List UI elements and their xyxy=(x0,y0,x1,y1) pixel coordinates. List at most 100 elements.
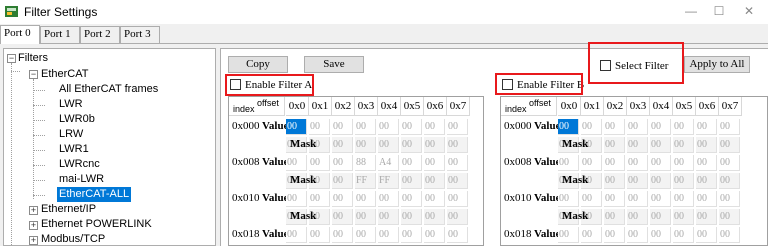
mask-cell[interactable]: 00 xyxy=(424,209,445,225)
expand-ethernet-ip-icon[interactable]: + xyxy=(29,206,38,215)
value-cell[interactable]: 00 xyxy=(581,119,602,135)
mask-cell[interactable]: 00 xyxy=(696,137,717,153)
mask-cell[interactable]: 00 xyxy=(355,209,376,225)
value-cell[interactable]: 00 xyxy=(627,155,648,171)
value-cell[interactable]: 00 xyxy=(309,155,330,171)
value-cell[interactable]: 00 xyxy=(581,227,602,243)
mask-cell[interactable]: 00 xyxy=(401,173,422,189)
value-cell[interactable]: 00 xyxy=(424,227,445,243)
mask-cell[interactable]: 00 xyxy=(378,209,399,225)
tree-node-all-ethercat-frames[interactable]: All EtherCAT frames xyxy=(59,82,158,97)
mask-cell[interactable]: 00 xyxy=(401,209,422,225)
value-cell[interactable]: 00 xyxy=(447,227,468,243)
value-cell[interactable]: 00 xyxy=(673,191,694,207)
value-cell[interactable]: 00 xyxy=(650,191,671,207)
value-cell[interactable]: 00 xyxy=(719,227,740,243)
filter-a-grid[interactable]: index offset 0x0 0x1 0x2 0x3 0x4 0x5 0x6 0x7 0x0… xyxy=(228,96,484,246)
mask-cell[interactable]: 00 xyxy=(719,209,740,225)
value-cell[interactable]: 00 xyxy=(424,119,445,135)
expand-modbus-icon[interactable]: + xyxy=(29,236,38,245)
value-cell[interactable]: 00 xyxy=(558,119,579,135)
collapse-ethercat-icon[interactable]: − xyxy=(29,70,38,79)
mask-cell[interactable]: 00 xyxy=(627,209,648,225)
value-cell[interactable]: 00 xyxy=(286,227,307,243)
value-cell[interactable]: 00 xyxy=(696,119,717,135)
value-cell[interactable]: 00 xyxy=(332,191,353,207)
value-cell[interactable]: 00 xyxy=(378,119,399,135)
apply-to-all-button[interactable]: Apply to All xyxy=(684,56,750,73)
value-cell[interactable]: 00 xyxy=(604,119,625,135)
tree-node-mai-lwr[interactable]: mai-LWR xyxy=(59,172,104,187)
value-cell[interactable]: 00 xyxy=(650,155,671,171)
mask-cell[interactable]: 00 xyxy=(650,137,671,153)
value-cell[interactable]: 00 xyxy=(401,119,422,135)
minimize-button[interactable]: — xyxy=(683,4,699,18)
tab-port-0[interactable]: Port 0 xyxy=(0,25,40,44)
save-button[interactable]: Save xyxy=(304,56,364,73)
mask-cell[interactable]: 00 xyxy=(650,173,671,189)
maximize-button[interactable]: ☐ xyxy=(711,4,727,18)
value-cell[interactable]: 00 xyxy=(673,119,694,135)
tree-node-lwrcnc[interactable]: LWRcnc xyxy=(59,157,100,172)
mask-cell[interactable]: 00 xyxy=(673,137,694,153)
value-cell[interactable]: 00 xyxy=(696,155,717,171)
mask-cell[interactable]: 00 xyxy=(332,173,353,189)
value-cell[interactable]: 00 xyxy=(286,191,307,207)
value-cell[interactable]: 00 xyxy=(355,191,376,207)
value-cell[interactable]: 00 xyxy=(378,191,399,207)
mask-cell[interactable]: 00 xyxy=(604,209,625,225)
value-cell[interactable]: 00 xyxy=(558,191,579,207)
value-cell[interactable]: 00 xyxy=(447,155,468,171)
value-cell[interactable]: 00 xyxy=(627,227,648,243)
value-cell[interactable]: 00 xyxy=(650,119,671,135)
mask-cell[interactable]: 00 xyxy=(696,173,717,189)
value-cell[interactable]: 00 xyxy=(673,227,694,243)
tree-node-ethercat-all[interactable]: EtherCAT-ALL xyxy=(57,187,132,202)
mask-cell[interactable]: 00 xyxy=(719,173,740,189)
value-cell[interactable]: 00 xyxy=(581,155,602,171)
value-cell[interactable]: 00 xyxy=(332,155,353,171)
value-cell[interactable]: 00 xyxy=(627,191,648,207)
mask-cell[interactable]: 00 xyxy=(604,137,625,153)
collapse-filters-icon[interactable]: − xyxy=(7,54,16,63)
mask-cell[interactable]: 00 xyxy=(447,209,468,225)
mask-cell[interactable]: 00 xyxy=(696,209,717,225)
mask-cell[interactable]: 00 xyxy=(604,173,625,189)
close-button[interactable]: ✕ xyxy=(741,4,757,18)
value-cell[interactable]: 88 xyxy=(355,155,376,171)
mask-cell[interactable]: 00 xyxy=(673,173,694,189)
tab-port-3[interactable]: Port 3 xyxy=(120,26,160,43)
value-cell[interactable]: 00 xyxy=(604,227,625,243)
value-cell[interactable]: 00 xyxy=(332,119,353,135)
value-cell[interactable]: 00 xyxy=(401,155,422,171)
value-cell[interactable]: 00 xyxy=(447,119,468,135)
mask-cell[interactable]: FF xyxy=(378,173,399,189)
tree-node-ethernet-powerlink[interactable]: Ethernet POWERLINK xyxy=(41,217,152,232)
value-cell[interactable]: 00 xyxy=(604,191,625,207)
value-cell[interactable]: 00 xyxy=(719,119,740,135)
mask-cell[interactable]: 00 xyxy=(424,137,445,153)
value-cell[interactable]: 00 xyxy=(627,119,648,135)
tab-port-2[interactable]: Port 2 xyxy=(80,26,120,43)
tree-node-lwr[interactable]: LWR xyxy=(59,97,83,112)
value-cell[interactable]: 00 xyxy=(673,155,694,171)
value-cell[interactable]: 00 xyxy=(447,191,468,207)
value-cell[interactable]: 00 xyxy=(424,191,445,207)
value-cell[interactable]: 00 xyxy=(309,227,330,243)
copy-button[interactable]: Copy xyxy=(228,56,288,73)
value-cell[interactable]: 00 xyxy=(604,155,625,171)
tree-node-ethercat[interactable]: EtherCAT xyxy=(41,67,88,82)
value-cell[interactable]: 00 xyxy=(719,191,740,207)
value-cell[interactable]: 00 xyxy=(401,227,422,243)
value-cell[interactable]: 00 xyxy=(424,155,445,171)
value-cell[interactable]: 00 xyxy=(286,155,307,171)
mask-cell[interactable]: 00 xyxy=(332,137,353,153)
value-cell[interactable]: 00 xyxy=(558,155,579,171)
mask-cell[interactable]: 00 xyxy=(673,209,694,225)
value-cell[interactable]: 00 xyxy=(558,227,579,243)
mask-cell[interactable]: FF xyxy=(355,173,376,189)
mask-cell[interactable]: 00 xyxy=(424,173,445,189)
value-cell[interactable]: 00 xyxy=(581,191,602,207)
value-cell[interactable]: 00 xyxy=(378,227,399,243)
mask-cell[interactable]: 00 xyxy=(401,137,422,153)
